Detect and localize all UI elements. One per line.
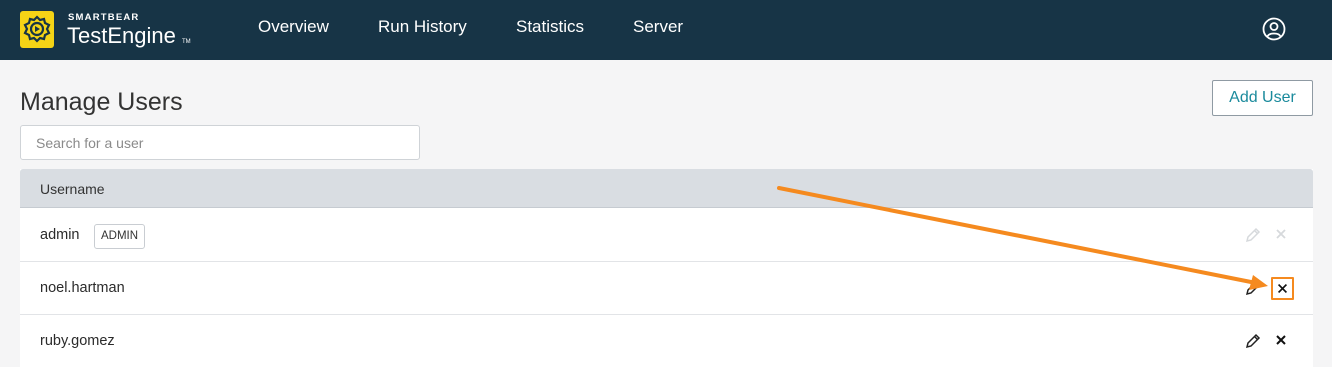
nav-statistics[interactable]: Statistics [516,17,584,37]
edit-user-button[interactable] [1244,332,1264,352]
top-navigation-bar: SMARTBEAR TestEngine TM Overview Run His… [0,0,1332,60]
delete-user-button-disabled [1274,227,1292,245]
testengine-logo-icon[interactable] [20,11,54,48]
nav-server[interactable]: Server [633,17,683,37]
pencil-icon [1245,227,1261,243]
add-user-button[interactable]: Add User [1212,80,1313,116]
row-username: noel.hartman [40,280,125,296]
delete-user-button[interactable] [1274,333,1292,351]
table-row: noel.hartman [20,262,1313,315]
page-title: Manage Users [20,88,183,116]
pencil-icon [1245,333,1261,349]
edit-user-button[interactable] [1244,279,1264,299]
search-input[interactable] [20,125,420,160]
table-row: ruby.gomez [20,315,1313,367]
table-header: Username [20,169,1313,208]
close-icon [1276,335,1286,345]
table-row: admin ADMIN [20,209,1313,262]
nav-run-history[interactable]: Run History [378,17,467,37]
row-username: ruby.gomez [40,333,115,349]
edit-user-button-disabled [1244,226,1264,246]
user-circle-icon[interactable] [1262,17,1286,41]
admin-badge: ADMIN [94,224,146,249]
pencil-icon [1245,280,1261,296]
column-header-username[interactable]: Username [40,181,105,197]
brand-product-name[interactable]: TestEngine [67,23,176,49]
nav-overview[interactable]: Overview [258,17,329,37]
row-username: admin [40,227,80,243]
delete-user-button[interactable] [1271,277,1294,300]
users-table: Username admin ADMIN noel.hartman ruby.g… [20,169,1313,367]
brand-trademark: TM [182,39,191,45]
close-icon [1276,229,1286,239]
brand-company-name: SMARTBEAR [68,12,140,23]
close-icon [1277,283,1288,294]
